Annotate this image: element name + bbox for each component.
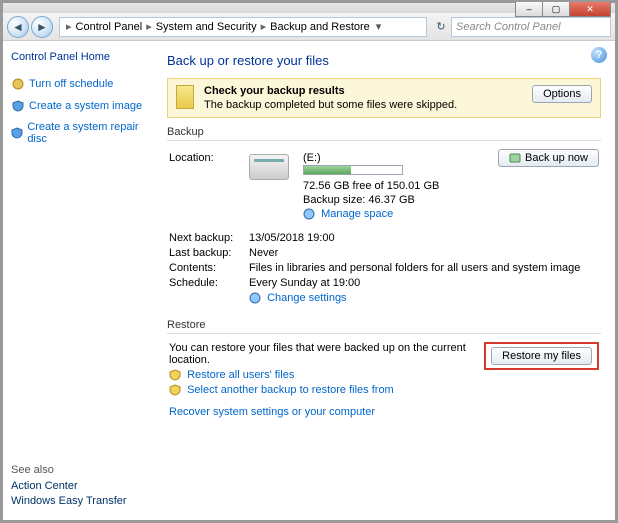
help-icon[interactable]: ?: [591, 47, 607, 63]
restore-all-users-link[interactable]: Restore all users' files: [169, 369, 476, 381]
sidebar-link-create-repair-disc[interactable]: Create a system repair disc: [11, 121, 145, 145]
page-title: Back up or restore your files: [167, 53, 601, 68]
see-also-easy-transfer[interactable]: Windows Easy Transfer: [11, 495, 145, 507]
sidebar-link-turn-off-schedule[interactable]: Turn off schedule: [11, 77, 145, 91]
shield-icon: [11, 126, 23, 140]
see-also-action-center[interactable]: Action Center: [11, 480, 145, 492]
chevron-right-icon: ▸: [144, 20, 154, 33]
change-settings-link[interactable]: Change settings: [249, 292, 347, 304]
sidebar: Control Panel Home Turn off schedule Cre…: [3, 41, 153, 520]
location-label: Location:: [169, 152, 249, 164]
window-maximize-button[interactable]: ▢: [542, 2, 570, 17]
select-another-backup-label: Select another backup to restore files f…: [187, 384, 394, 396]
sidebar-link-label: Turn off schedule: [29, 78, 113, 90]
backup-size: Backup size: 46.37 GB: [303, 194, 439, 206]
nav-back-button[interactable]: ◄: [7, 16, 29, 38]
nav-forward-button[interactable]: ►: [31, 16, 53, 38]
change-settings-label: Change settings: [267, 292, 347, 304]
restore-lead: You can restore your files that were bac…: [169, 342, 476, 366]
last-backup-value: Never: [249, 247, 599, 259]
back-up-now-label: Back up now: [525, 152, 588, 164]
drive-icon: [249, 154, 289, 180]
next-backup-value: 13/05/2018 19:00: [249, 232, 599, 244]
back-up-now-button[interactable]: Back up now: [498, 149, 599, 167]
sidebar-link-label: Create a system image: [29, 100, 142, 112]
breadcrumb-item[interactable]: Control Panel: [74, 21, 145, 33]
schedule-label: Schedule:: [169, 277, 249, 289]
last-backup-label: Last backup:: [169, 247, 249, 259]
backup-icon: [509, 152, 521, 164]
contents-value: Files in libraries and personal folders …: [249, 262, 599, 274]
shield-icon: [11, 99, 25, 113]
banner-body: The backup completed but some files were…: [204, 99, 457, 111]
titlebar: – ▢ ✕: [3, 3, 615, 13]
restore-my-files-highlight: Restore my files: [484, 342, 599, 370]
navbar: ◄ ► ▸ Control Panel ▸ System and Securit…: [3, 13, 615, 41]
restore-all-users-label: Restore all users' files: [187, 369, 294, 381]
sidebar-link-label: Create a system repair disc: [27, 121, 145, 145]
recover-system-link[interactable]: Recover system settings or your computer: [169, 406, 599, 418]
backup-group: Backup Location: (E:) 72.56 GB free of 1…: [167, 126, 601, 313]
shield-icon: [169, 369, 184, 381]
settings-icon: [249, 292, 264, 304]
refresh-button[interactable]: ↻: [431, 20, 451, 33]
breadcrumb[interactable]: ▸ Control Panel ▸ System and Security ▸ …: [59, 17, 427, 37]
backup-group-title: Backup: [167, 126, 601, 140]
breadcrumb-item[interactable]: Backup and Restore: [268, 21, 372, 33]
search-input[interactable]: Search Control Panel: [451, 17, 611, 37]
manage-space-label: Manage space: [321, 208, 393, 220]
backup-results-banner: Check your backup results The backup com…: [167, 78, 601, 118]
location-value: (E:): [303, 152, 439, 164]
window-close-button[interactable]: ✕: [569, 2, 611, 17]
disk-usage-bar: [303, 165, 403, 175]
warning-flag-icon: [176, 85, 194, 109]
schedule-value: Every Sunday at 19:00: [249, 277, 599, 289]
breadcrumb-root-icon: ▸: [64, 20, 74, 33]
next-backup-label: Next backup:: [169, 232, 249, 244]
see-also-header: See also: [11, 464, 145, 476]
select-another-backup-link[interactable]: Select another backup to restore files f…: [169, 384, 476, 396]
contents-label: Contents:: [169, 262, 249, 274]
sidebar-link-create-system-image[interactable]: Create a system image: [11, 99, 145, 113]
restore-group: Restore You can restore your files that …: [167, 319, 601, 424]
restore-group-title: Restore: [167, 319, 601, 333]
shield-icon: [169, 384, 184, 396]
banner-options-button[interactable]: Options: [532, 85, 592, 103]
search-placeholder: Search Control Panel: [456, 21, 561, 33]
free-space: 72.56 GB free of 150.01 GB: [303, 180, 439, 192]
breadcrumb-dropdown[interactable]: ▾: [372, 20, 386, 33]
control-panel-home-link[interactable]: Control Panel Home: [11, 51, 145, 63]
schedule-icon: [11, 77, 25, 91]
breadcrumb-item[interactable]: System and Security: [154, 21, 259, 33]
disk-icon: [303, 208, 318, 220]
main-content: ? Back up or restore your files Check yo…: [153, 41, 615, 520]
banner-heading: Check your backup results: [204, 85, 532, 97]
chevron-right-icon: ▸: [259, 20, 269, 33]
restore-my-files-button[interactable]: Restore my files: [491, 347, 592, 365]
window-minimize-button[interactable]: –: [515, 2, 543, 17]
manage-space-link[interactable]: Manage space: [303, 208, 439, 220]
